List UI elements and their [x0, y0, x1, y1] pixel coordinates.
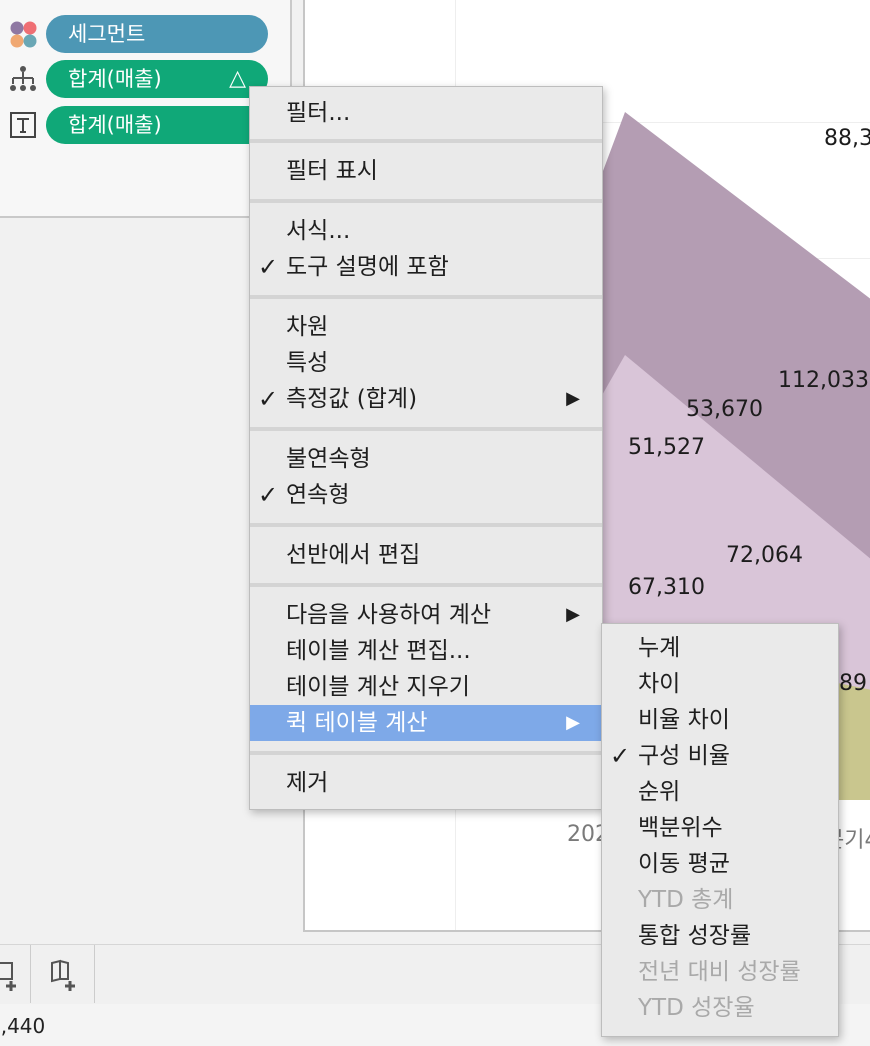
- submenu-item-percentile[interactable]: 백분위수: [602, 810, 838, 846]
- pill-context-menu: 필터... 필터 표시 서식... ✓ 도구 설명에 포함 차원 특성 ✓ 측정값 …: [249, 86, 603, 810]
- menu-item-continuous[interactable]: ✓ 연속형: [250, 477, 602, 513]
- menu-item-label: 특성: [286, 350, 329, 376]
- submenu-arrow-icon: ▶: [566, 604, 580, 625]
- submenu-item-compound-growth-rate[interactable]: 통합 성장률: [602, 918, 838, 954]
- submenu-arrow-icon: ▶: [566, 388, 580, 409]
- data-label: 89: [839, 671, 867, 696]
- submenu-item-difference[interactable]: 차이: [602, 666, 838, 702]
- menu-item-edit-in-shelf[interactable]: 선반에서 편집: [250, 537, 602, 573]
- menu-item-include-in-tooltip[interactable]: ✓ 도구 설명에 포함: [250, 249, 602, 285]
- menu-separator: [250, 427, 602, 431]
- menu-item-label: 제거: [286, 770, 329, 796]
- submenu-arrow-icon: ▶: [566, 712, 580, 733]
- menu-separator: [250, 295, 602, 299]
- menu-item-label: 선반에서 편집: [286, 542, 421, 568]
- sales-sum-pill-text[interactable]: 합계(매출): [46, 106, 268, 144]
- menu-item-clear-table-calc[interactable]: 테이블 계산 지우기: [250, 669, 602, 705]
- menu-item-label: 차원: [286, 314, 329, 340]
- menu-item-quick-table-calc[interactable]: 퀵 테이블 계산 ▶: [250, 705, 602, 741]
- segment-pill[interactable]: 세그먼트: [46, 15, 268, 53]
- submenu-item-rank[interactable]: 순위: [602, 774, 838, 810]
- menu-item-attribute[interactable]: 특성: [250, 345, 602, 381]
- menu-item-label: 필터...: [286, 100, 351, 126]
- submenu-item-percent-difference[interactable]: 비율 차이: [602, 702, 838, 738]
- menu-item-label: 구성 비율: [638, 743, 730, 769]
- new-story-button[interactable]: [30, 945, 95, 1003]
- pill-label: 세그먼트: [68, 22, 146, 46]
- data-label: 112,033: [778, 368, 869, 393]
- quick-table-calc-submenu: 누계 차이 비율 차이 ✓ 구성 비율 순위 백분위수 이동 평균 YTD 총계 …: [601, 623, 839, 1037]
- submenu-item-moving-average[interactable]: 이동 평균: [602, 846, 838, 882]
- data-label: 51,527: [628, 435, 705, 460]
- checkmark-icon: ✓: [258, 253, 279, 281]
- menu-item-label: 불연속형: [286, 446, 371, 472]
- menu-item-label: 백분위수: [638, 815, 723, 841]
- menu-item-label: 차이: [638, 671, 681, 697]
- menu-separator: [250, 523, 602, 527]
- color-dots-icon: [10, 21, 37, 48]
- menu-item-discrete[interactable]: 불연속형: [250, 441, 602, 477]
- menu-item-format[interactable]: 서식...: [250, 213, 602, 249]
- menu-item-filter[interactable]: 필터...: [250, 95, 602, 131]
- submenu-item-percent-of-total[interactable]: ✓ 구성 비율: [602, 738, 838, 774]
- menu-item-label: 서식...: [286, 218, 351, 244]
- new-dashboard-button[interactable]: [0, 945, 31, 1003]
- pill-label: 합계(매출): [68, 113, 162, 137]
- menu-separator: [250, 199, 602, 203]
- detail-hierarchy-icon: [10, 66, 36, 91]
- data-label: 67,310: [628, 575, 705, 600]
- submenu-item-ytd-total: YTD 총계: [602, 882, 838, 918]
- new-dashboard-icon: [0, 962, 16, 991]
- data-label: 88,3: [824, 126, 870, 151]
- table-calc-delta-icon: △: [229, 66, 246, 91]
- menu-item-label: YTD 성장율: [638, 995, 755, 1021]
- menu-item-label: 측정값 (합계): [286, 386, 418, 412]
- checkmark-icon: ✓: [258, 481, 279, 509]
- sales-sum-pill-detail[interactable]: 합계(매출) △: [46, 60, 268, 98]
- menu-item-dimension[interactable]: 차원: [250, 309, 602, 345]
- menu-item-label: 순위: [638, 779, 681, 805]
- checkmark-icon: ✓: [610, 742, 631, 770]
- menu-separator: [250, 583, 602, 587]
- menu-item-measure-sum[interactable]: ✓ 측정값 (합계) ▶: [250, 381, 602, 417]
- menu-item-label: 이동 평균: [638, 851, 730, 877]
- submenu-item-yoy-growth: 전년 대비 성장률: [602, 954, 838, 990]
- data-label: 53,670: [686, 397, 763, 422]
- menu-item-label: 통합 성장률: [638, 923, 752, 949]
- submenu-item-ytd-growth: YTD 성장율: [602, 990, 838, 1026]
- text-icon: [10, 112, 36, 138]
- menu-item-label: 필터 표시: [286, 158, 378, 184]
- submenu-item-running-total[interactable]: 누계: [602, 630, 838, 666]
- checkmark-icon: ✓: [258, 385, 279, 413]
- menu-item-label: YTD 총계: [638, 887, 734, 913]
- menu-item-show-filter[interactable]: 필터 표시: [250, 153, 602, 189]
- menu-item-label: 도구 설명에 포함: [286, 254, 449, 280]
- menu-item-remove[interactable]: 제거: [250, 765, 602, 801]
- new-story-icon: [51, 959, 75, 991]
- menu-item-label: 다음을 사용하여 계산: [286, 602, 492, 628]
- menu-item-label: 테이블 계산 지우기: [286, 674, 470, 700]
- menu-separator: [250, 751, 602, 755]
- menu-item-label: 퀵 테이블 계산: [286, 710, 428, 736]
- menu-separator: [250, 139, 602, 143]
- status-sum-value: 5,440: [0, 1014, 46, 1038]
- menu-item-label: 연속형: [286, 482, 350, 508]
- pill-label: 합계(매출): [68, 67, 162, 91]
- menu-item-label: 전년 대비 성장률: [638, 959, 801, 985]
- menu-item-compute-using[interactable]: 다음을 사용하여 계산 ▶: [250, 597, 602, 633]
- menu-item-label: 비율 차이: [638, 707, 730, 733]
- data-label: 72,064: [726, 543, 803, 568]
- menu-item-edit-table-calc[interactable]: 테이블 계산 편집...: [250, 633, 602, 669]
- menu-item-label: 누계: [638, 635, 681, 661]
- menu-item-label: 테이블 계산 편집...: [286, 638, 471, 664]
